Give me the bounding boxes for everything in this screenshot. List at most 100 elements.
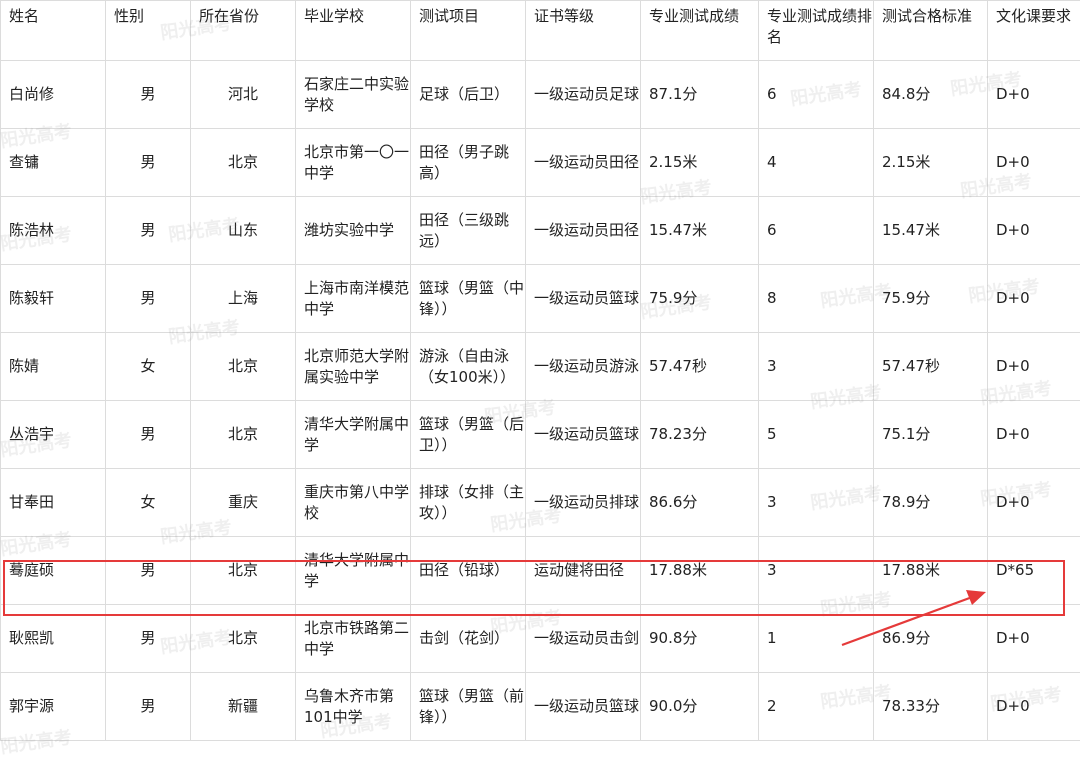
cell-standard: 86.9分 xyxy=(874,605,988,673)
table-row: 查镛 男 北京 北京市第一〇一中学 田径（男子跳高） 一级运动员田径 2.15米… xyxy=(1,129,1080,197)
cell-standard: 84.8分 xyxy=(874,61,988,129)
cell-cert: 一级运动员篮球 xyxy=(526,673,641,741)
cell-rank: 5 xyxy=(759,401,874,469)
cell-name: 白尚修 xyxy=(1,61,106,129)
cell-score: 75.9分 xyxy=(641,265,759,333)
cell-gender: 男 xyxy=(106,197,191,265)
cell-standard: 75.9分 xyxy=(874,265,988,333)
cell-standard: 2.15米 xyxy=(874,129,988,197)
header-name: 姓名 xyxy=(1,1,106,61)
cell-school: 石家庄二中实验学校 xyxy=(296,61,411,129)
cell-requirement: D+0 xyxy=(988,469,1080,537)
table-row: 陈婧 女 北京 北京师范大学附属实验中学 游泳（自由泳（女100米）） 一级运动… xyxy=(1,333,1080,401)
cell-standard: 75.1分 xyxy=(874,401,988,469)
cell-event: 田径（男子跳高） xyxy=(411,129,526,197)
cell-rank: 6 xyxy=(759,197,874,265)
cell-gender: 男 xyxy=(106,265,191,333)
cell-requirement: D+0 xyxy=(988,673,1080,741)
cell-standard: 15.47米 xyxy=(874,197,988,265)
cell-score: 90.0分 xyxy=(641,673,759,741)
table-row: 白尚修 男 河北 石家庄二中实验学校 足球（后卫） 一级运动员足球 87.1分 … xyxy=(1,61,1080,129)
cell-standard: 78.33分 xyxy=(874,673,988,741)
cell-rank: 3 xyxy=(759,333,874,401)
cell-score: 15.47米 xyxy=(641,197,759,265)
table-row: 郭宇源 男 新疆 乌鲁木齐市第101中学 篮球（男篮（前锋）） 一级运动员篮球 … xyxy=(1,673,1080,741)
cell-cert: 一级运动员篮球 xyxy=(526,265,641,333)
cell-gender: 男 xyxy=(106,537,191,605)
cell-score: 90.8分 xyxy=(641,605,759,673)
cell-school: 乌鲁木齐市第101中学 xyxy=(296,673,411,741)
cell-cert: 一级运动员篮球 xyxy=(526,401,641,469)
cell-standard: 57.47秒 xyxy=(874,333,988,401)
cell-name: 郭宇源 xyxy=(1,673,106,741)
cell-requirement: D+0 xyxy=(988,61,1080,129)
cell-rank: 4 xyxy=(759,129,874,197)
cell-requirement: D+0 xyxy=(988,605,1080,673)
cell-event: 足球（后卫） xyxy=(411,61,526,129)
cell-province: 北京 xyxy=(191,537,296,605)
cell-requirement: D+0 xyxy=(988,401,1080,469)
cell-gender: 男 xyxy=(106,401,191,469)
header-rank: 专业测试成绩排名 xyxy=(759,1,874,61)
table-row-highlighted: 蓦庭硕 男 北京 清华大学附属中学 田径（铅球） 运动健将田径 17.88米 3… xyxy=(1,537,1080,605)
cell-name: 陈浩林 xyxy=(1,197,106,265)
cell-province: 北京 xyxy=(191,129,296,197)
cell-score: 78.23分 xyxy=(641,401,759,469)
cell-event: 篮球（男篮（后卫）） xyxy=(411,401,526,469)
cell-school: 重庆市第八中学校 xyxy=(296,469,411,537)
header-event: 测试项目 xyxy=(411,1,526,61)
header-province: 所在省份 xyxy=(191,1,296,61)
cell-school: 潍坊实验中学 xyxy=(296,197,411,265)
cell-score: 2.15米 xyxy=(641,129,759,197)
cell-province: 重庆 xyxy=(191,469,296,537)
header-standard: 测试合格标准 xyxy=(874,1,988,61)
cell-standard: 17.88米 xyxy=(874,537,988,605)
cell-cert: 一级运动员击剑 xyxy=(526,605,641,673)
cell-score: 86.6分 xyxy=(641,469,759,537)
cell-school: 清华大学附属中学 xyxy=(296,401,411,469)
cell-gender: 女 xyxy=(106,333,191,401)
header-gender: 性别 xyxy=(106,1,191,61)
cell-province: 北京 xyxy=(191,333,296,401)
cell-province: 河北 xyxy=(191,61,296,129)
cell-rank: 1 xyxy=(759,605,874,673)
cell-gender: 男 xyxy=(106,129,191,197)
cell-gender: 男 xyxy=(106,61,191,129)
cell-rank: 3 xyxy=(759,537,874,605)
cell-school: 北京市第一〇一中学 xyxy=(296,129,411,197)
cell-rank: 2 xyxy=(759,673,874,741)
cell-gender: 男 xyxy=(106,673,191,741)
cell-score: 87.1分 xyxy=(641,61,759,129)
cell-name: 陈毅轩 xyxy=(1,265,106,333)
cell-requirement: D+0 xyxy=(988,197,1080,265)
cell-cert: 一级运动员排球 xyxy=(526,469,641,537)
header-score: 专业测试成绩 xyxy=(641,1,759,61)
table-row: 甘奉田 女 重庆 重庆市第八中学校 排球（女排（主攻）） 一级运动员排球 86.… xyxy=(1,469,1080,537)
header-row: 姓名 性别 所在省份 毕业学校 测试项目 证书等级 专业测试成绩 专业测试成绩排… xyxy=(1,1,1080,61)
cell-score: 57.47秒 xyxy=(641,333,759,401)
cell-cert: 运动健将田径 xyxy=(526,537,641,605)
cell-province: 新疆 xyxy=(191,673,296,741)
cell-cert: 一级运动员足球 xyxy=(526,61,641,129)
cell-requirement: D+0 xyxy=(988,129,1080,197)
cell-name: 丛浩宇 xyxy=(1,401,106,469)
cell-event: 篮球（男篮（中锋）） xyxy=(411,265,526,333)
cell-cert: 一级运动员田径 xyxy=(526,129,641,197)
cell-event: 排球（女排（主攻）） xyxy=(411,469,526,537)
cell-province: 北京 xyxy=(191,401,296,469)
cell-requirement: D+0 xyxy=(988,265,1080,333)
cell-rank: 6 xyxy=(759,61,874,129)
cell-event: 游泳（自由泳（女100米）） xyxy=(411,333,526,401)
cell-cert: 一级运动员游泳 xyxy=(526,333,641,401)
cell-gender: 男 xyxy=(106,605,191,673)
cell-requirement: D*65 xyxy=(988,537,1080,605)
cell-gender: 女 xyxy=(106,469,191,537)
cell-name: 蓦庭硕 xyxy=(1,537,106,605)
cell-province: 山东 xyxy=(191,197,296,265)
cell-name: 查镛 xyxy=(1,129,106,197)
cell-school: 北京市铁路第二中学 xyxy=(296,605,411,673)
cell-event: 田径（三级跳远） xyxy=(411,197,526,265)
table-row: 陈毅轩 男 上海 上海市南洋模范中学 篮球（男篮（中锋）） 一级运动员篮球 75… xyxy=(1,265,1080,333)
cell-event: 田径（铅球） xyxy=(411,537,526,605)
cell-rank: 8 xyxy=(759,265,874,333)
